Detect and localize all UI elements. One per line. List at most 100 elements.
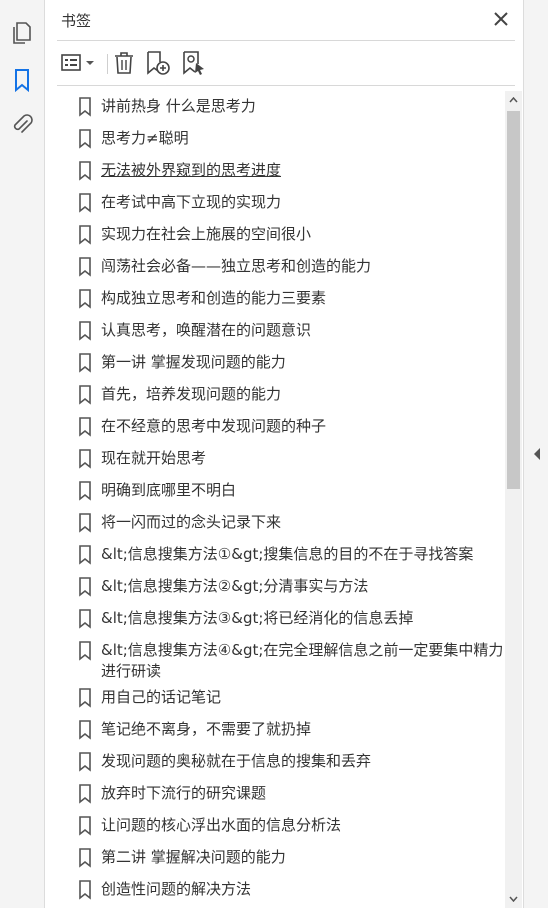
bookmark-item[interactable]: 无法被外界窥到的思考进度 <box>45 155 505 187</box>
left-navigation-bar <box>0 0 45 908</box>
bookmark-selection-icon <box>183 51 204 75</box>
bookmark-label: 认真思考，唤醒潜在的问题意识 <box>101 321 312 339</box>
bookmark-icon <box>79 641 91 661</box>
bookmark-icon <box>79 609 91 629</box>
bookmark-label: 在不经意的思考中发现问题的种子 <box>101 417 327 435</box>
bookmark-item[interactable]: 首先，培养发现问题的能力 <box>45 379 505 411</box>
bookmark-icon <box>79 321 91 341</box>
bookmark-item[interactable]: 认真思考，唤醒潜在的问题意识 <box>45 315 505 347</box>
bookmark-label: &lt;信息搜集方法③&gt;将已经消化的信息丢掉 <box>101 609 414 627</box>
bookmark-label: 用自己的话记笔记 <box>101 688 222 706</box>
bookmark-item[interactable]: 第一讲 掌握发现问题的能力 <box>45 347 505 379</box>
bookmark-label: 让问题的核心浮出水面的信息分析法 <box>101 816 342 834</box>
bookmark-icon <box>79 720 91 740</box>
bookmark-item[interactable]: 讲前热身 什么是思考力 <box>45 91 505 123</box>
bookmark-item[interactable]: 在不经意的思考中发现问题的种子 <box>45 411 505 443</box>
bookmark-label: 第一讲 掌握发现问题的能力 <box>101 353 286 371</box>
bookmark-label: &lt;信息搜集方法④&gt;在完全理解信息之前一定要集中精力进行研读 <box>101 641 504 680</box>
bookmark-item[interactable]: 闯荡社会必备——独立思考和创造的能力 <box>45 251 505 283</box>
bookmark-item[interactable]: 发现问题的奥秘就在于信息的搜集和丢弃 <box>45 746 505 778</box>
bookmark-item[interactable]: 放弃时下流行的研究课题 <box>45 778 505 810</box>
new-bookmark-button[interactable] <box>145 50 171 76</box>
bookmark-label: 首先，培养发现问题的能力 <box>101 385 282 403</box>
bookmark-label: 现在就开始思考 <box>101 449 207 467</box>
bookmark-icon <box>79 513 91 533</box>
bookmark-label: 发现问题的奥秘就在于信息的搜集和丢弃 <box>101 752 372 770</box>
bookmark-label: 实现力在社会上施展的空间很小 <box>101 225 312 243</box>
bookmark-list: 讲前热身 什么是思考力 思考力≠聪明无法被外界窥到的思考进度 在考试中高下立现的实现… <box>45 91 505 908</box>
bookmark-item[interactable]: 现在就开始思考 <box>45 443 505 475</box>
bookmark-icon <box>79 353 91 373</box>
bookmark-label: 将一闪而过的念头记录下来 <box>101 513 282 531</box>
bookmark-icon <box>79 289 91 309</box>
bookmark-label: 无法被外界窥到的思考进度 <box>101 161 282 179</box>
bookmark-item[interactable]: 第二讲 掌握解决问题的能力 <box>45 842 505 874</box>
toolbar-divider-bottom <box>57 85 515 86</box>
bookmark-label: 放弃时下流行的研究课题 <box>101 784 267 802</box>
bookmark-item[interactable]: &lt;信息搜集方法①&gt;搜集信息的目的不在于寻找答案 <box>45 539 505 571</box>
header-divider <box>57 40 515 41</box>
bookmark-item[interactable]: 将一闪而过的念头记录下来 <box>45 507 505 539</box>
bookmark-item[interactable]: 创造性问题的解决方法 <box>45 874 505 906</box>
bookmark-item[interactable]: 明确到底哪里不明白 <box>45 475 505 507</box>
scroll-up-icon <box>509 97 518 103</box>
panel-title: 书签 <box>61 12 92 30</box>
bookmark-icon <box>79 752 91 772</box>
bookmark-item[interactable]: 实现力在社会上施展的空间很小 <box>45 219 505 251</box>
bookmarks-panel: 书签 讲前热身 什么是思考力 思考力≠聪明 无法被外界窥到的思考进度 在考试中高… <box>45 0 523 908</box>
bookmark-item[interactable]: 笔记绝不离身，不需要了就扔掉 <box>45 714 505 746</box>
bookmark-icon <box>79 161 91 181</box>
bookmark-icon <box>79 880 91 900</box>
bookmark-icon <box>79 545 91 565</box>
bookmark-icon <box>79 848 91 868</box>
bookmark-label: 明确到底哪里不明白 <box>101 481 237 499</box>
trash-icon <box>115 52 133 74</box>
bookmark-item[interactable]: 思考力≠聪明 <box>45 123 505 155</box>
bookmark-label: 笔记绝不离身，不需要了就扔掉 <box>101 720 312 738</box>
bookmark-item[interactable]: &lt;信息搜集方法③&gt;将已经消化的信息丢掉 <box>45 603 505 635</box>
bookmark-icon <box>79 816 91 836</box>
bookmark-icon <box>79 784 91 804</box>
scroll-down-icon <box>509 896 518 902</box>
attachment-icon[interactable] <box>10 113 34 137</box>
bookmark-icon <box>79 417 91 437</box>
pages-icon[interactable] <box>10 21 34 45</box>
bookmark-label: 构成独立思考和创造的能力三要素 <box>101 289 327 307</box>
bookmark-icon <box>79 257 91 277</box>
bookmark-icon <box>79 481 91 501</box>
add-bookmark-icon <box>147 51 170 75</box>
bookmark-label: 创造性问题的解决方法 <box>101 880 252 898</box>
bookmarks-toolbar <box>45 46 523 80</box>
bookmark-label: &lt;信息搜集方法①&gt;搜集信息的目的不在于寻找答案 <box>101 545 474 563</box>
bookmark-label: 在考试中高下立现的实现力 <box>101 193 282 211</box>
bookmark-icon <box>79 385 91 405</box>
panel-header: 书签 <box>45 0 523 40</box>
bookmark-icon <box>79 225 91 245</box>
bookmark-label: &lt;信息搜集方法②&gt;分清事实与方法 <box>101 577 369 595</box>
bookmark-item[interactable]: 构成独立思考和创造的能力三要素 <box>45 283 505 315</box>
bookmark-from-selection-button[interactable] <box>181 50 207 76</box>
bookmark-label: 讲前热身 什么是思考力 <box>101 97 256 115</box>
bookmark-icon <box>79 193 91 213</box>
bookmark-icon[interactable] <box>10 68 34 92</box>
toolbar-divider <box>107 54 108 74</box>
bookmark-icon <box>79 688 91 708</box>
bookmark-item[interactable]: 在考试中高下立现的实现力 <box>45 187 505 219</box>
scrollbar[interactable] <box>505 91 522 908</box>
bookmark-label: 闯荡社会必备——独立思考和创造的能力 <box>101 257 372 275</box>
bookmark-icon <box>79 129 91 149</box>
delete-bookmark-button[interactable] <box>113 50 135 76</box>
bookmark-icon <box>79 577 91 597</box>
close-icon[interactable] <box>491 9 511 29</box>
collapse-arrow-icon <box>534 448 540 460</box>
bookmark-label: 第二讲 掌握解决问题的能力 <box>101 848 286 866</box>
right-collapse-bar[interactable] <box>523 0 548 908</box>
bookmark-icon <box>79 97 91 117</box>
bookmark-item[interactable]: 用自己的话记笔记 <box>45 682 505 714</box>
bookmark-label: 思考力≠聪明 <box>101 129 189 147</box>
scrollbar-thumb[interactable] <box>507 111 520 489</box>
options-menu-button[interactable] <box>61 50 97 76</box>
bookmark-item[interactable]: &lt;信息搜集方法④&gt;在完全理解信息之前一定要集中精力进行研读 <box>45 635 505 682</box>
bookmark-item[interactable]: 让问题的核心浮出水面的信息分析法 <box>45 810 505 842</box>
bookmark-item[interactable]: &lt;信息搜集方法②&gt;分清事实与方法 <box>45 571 505 603</box>
